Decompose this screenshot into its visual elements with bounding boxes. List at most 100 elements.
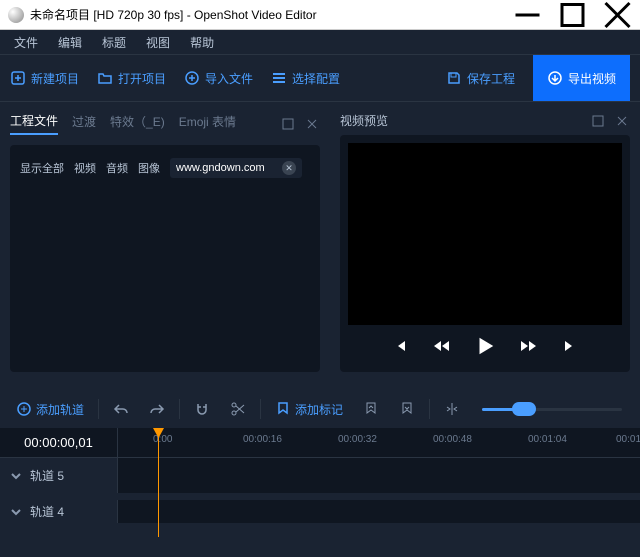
tick: 00:01:04 <box>528 434 567 445</box>
track-row: 轨道 5 <box>0 458 640 494</box>
forward-icon[interactable] <box>520 338 538 357</box>
undo-button[interactable] <box>105 395 137 423</box>
ruler-ticks[interactable]: 0:00 00:00:16 00:00:32 00:00:48 00:01:04… <box>118 428 640 457</box>
window-title: 未命名项目 [HD 720p 30 fps] - OpenShot Video … <box>30 6 505 23</box>
track-header[interactable]: 轨道 4 <box>0 500 118 523</box>
track-label: 轨道 5 <box>30 467 64 484</box>
filter-audio[interactable]: 音频 <box>106 160 128 176</box>
preview-box <box>340 135 630 372</box>
prev-marker-button[interactable] <box>355 395 387 423</box>
redo-button[interactable] <box>141 395 173 423</box>
snap-button[interactable] <box>186 395 218 423</box>
ruler: 00:00:00,01 0:00 00:00:16 00:00:32 00:00… <box>0 428 640 458</box>
settings-icon <box>271 70 287 86</box>
open-project-button[interactable]: 打开项目 <box>97 70 166 87</box>
maximize-button[interactable] <box>550 0 595 30</box>
new-icon <box>10 70 26 86</box>
minimize-button[interactable] <box>505 0 550 30</box>
tick: 00:00:16 <box>243 434 282 445</box>
redo-icon <box>149 401 165 417</box>
undo-icon <box>113 401 129 417</box>
tick: 0:00 <box>153 434 172 445</box>
search-input[interactable] <box>176 162 276 174</box>
close-panel-icon[interactable] <box>614 113 630 129</box>
export-icon <box>547 70 563 86</box>
filter-row: 显示全部 视频 音频 图像 ✕ <box>20 155 310 181</box>
app-icon <box>8 7 24 23</box>
settings-label: 选择配置 <box>292 70 340 87</box>
tab-transition[interactable]: 过渡 <box>72 113 96 134</box>
panel-tabs: 工程文件 过渡 特效（_E) Emoji 表情 <box>10 112 320 135</box>
window-controls <box>505 0 640 30</box>
tab-project[interactable]: 工程文件 <box>10 112 58 135</box>
add-track-label: 添加轨道 <box>36 401 84 418</box>
export-label: 导出视频 <box>568 70 616 87</box>
track-header[interactable]: 轨道 5 <box>0 458 118 493</box>
tab-emoji[interactable]: Emoji 表情 <box>179 113 236 134</box>
save-button[interactable]: 保存工程 <box>446 70 515 87</box>
open-label: 打开项目 <box>118 70 166 87</box>
tab-effects[interactable]: 特效（_E) <box>110 113 165 134</box>
skip-end-icon[interactable] <box>562 338 578 357</box>
magnet-icon <box>194 401 210 417</box>
preview-panel: 视频预览 <box>330 102 640 382</box>
slider-thumb[interactable] <box>512 402 536 416</box>
search-box: ✕ <box>170 158 302 178</box>
menu-file[interactable]: 文件 <box>6 32 46 53</box>
zoom-slider[interactable] <box>472 408 632 411</box>
timecode[interactable]: 00:00:00,01 <box>0 428 118 457</box>
timeline-toolbar: 添加轨道 添加标记 <box>0 390 640 428</box>
track-row: 轨道 4 <box>0 500 640 524</box>
detach-icon[interactable] <box>590 113 606 129</box>
new-label: 新建项目 <box>31 70 79 87</box>
project-files-box: 显示全部 视频 音频 图像 ✕ <box>10 145 320 372</box>
project-panel: 工程文件 过渡 特效（_E) Emoji 表情 显示全部 视频 音频 图像 ✕ <box>0 102 330 382</box>
new-project-button[interactable]: 新建项目 <box>10 70 79 87</box>
preview-header: 视频预览 <box>340 112 630 129</box>
center-button[interactable] <box>436 395 468 423</box>
skip-start-icon[interactable] <box>392 338 408 357</box>
save-icon <box>446 70 462 86</box>
track-content[interactable] <box>118 500 640 523</box>
main-toolbar: 新建项目 打开项目 导入文件 选择配置 保存工程 导出视频 <box>0 55 640 101</box>
cut-button[interactable] <box>222 395 254 423</box>
titlebar: 未命名项目 [HD 720p 30 fps] - OpenShot Video … <box>0 0 640 30</box>
import-button[interactable]: 导入文件 <box>184 70 253 87</box>
next-marker-button[interactable] <box>391 395 423 423</box>
add-marker-button[interactable]: 添加标记 <box>267 395 351 424</box>
video-preview[interactable] <box>348 143 622 325</box>
separator <box>429 399 430 419</box>
rewind-icon[interactable] <box>432 338 450 357</box>
preview-actions <box>590 113 630 129</box>
filter-all[interactable]: 显示全部 <box>20 160 64 176</box>
clear-search-icon[interactable]: ✕ <box>282 161 296 175</box>
export-button[interactable]: 导出视频 <box>533 55 630 101</box>
center-icon <box>444 401 460 417</box>
filter-video[interactable]: 视频 <box>74 160 96 176</box>
tick: 00:00:32 <box>338 434 377 445</box>
settings-button[interactable]: 选择配置 <box>271 70 340 87</box>
play-controls <box>348 325 622 364</box>
menu-title[interactable]: 标题 <box>94 32 134 53</box>
chevron-down-icon[interactable] <box>8 468 24 484</box>
add-track-button[interactable]: 添加轨道 <box>8 395 92 424</box>
import-icon <box>184 70 200 86</box>
filter-image[interactable]: 图像 <box>138 160 160 176</box>
close-panel-icon[interactable] <box>304 116 320 132</box>
menu-help[interactable]: 帮助 <box>182 32 222 53</box>
close-button[interactable] <box>595 0 640 30</box>
panel-actions <box>280 116 320 132</box>
separator <box>179 399 180 419</box>
add-marker-label: 添加标记 <box>295 401 343 418</box>
import-label: 导入文件 <box>205 70 253 87</box>
slider-track <box>482 408 622 411</box>
play-icon[interactable] <box>474 335 496 360</box>
scissors-icon <box>230 401 246 417</box>
playhead[interactable] <box>158 428 159 537</box>
menu-edit[interactable]: 编辑 <box>50 32 90 53</box>
detach-icon[interactable] <box>280 116 296 132</box>
chevron-down-icon[interactable] <box>8 504 24 520</box>
menu-view[interactable]: 视图 <box>138 32 178 53</box>
track-content[interactable] <box>118 458 640 493</box>
next-marker-icon <box>399 401 415 417</box>
